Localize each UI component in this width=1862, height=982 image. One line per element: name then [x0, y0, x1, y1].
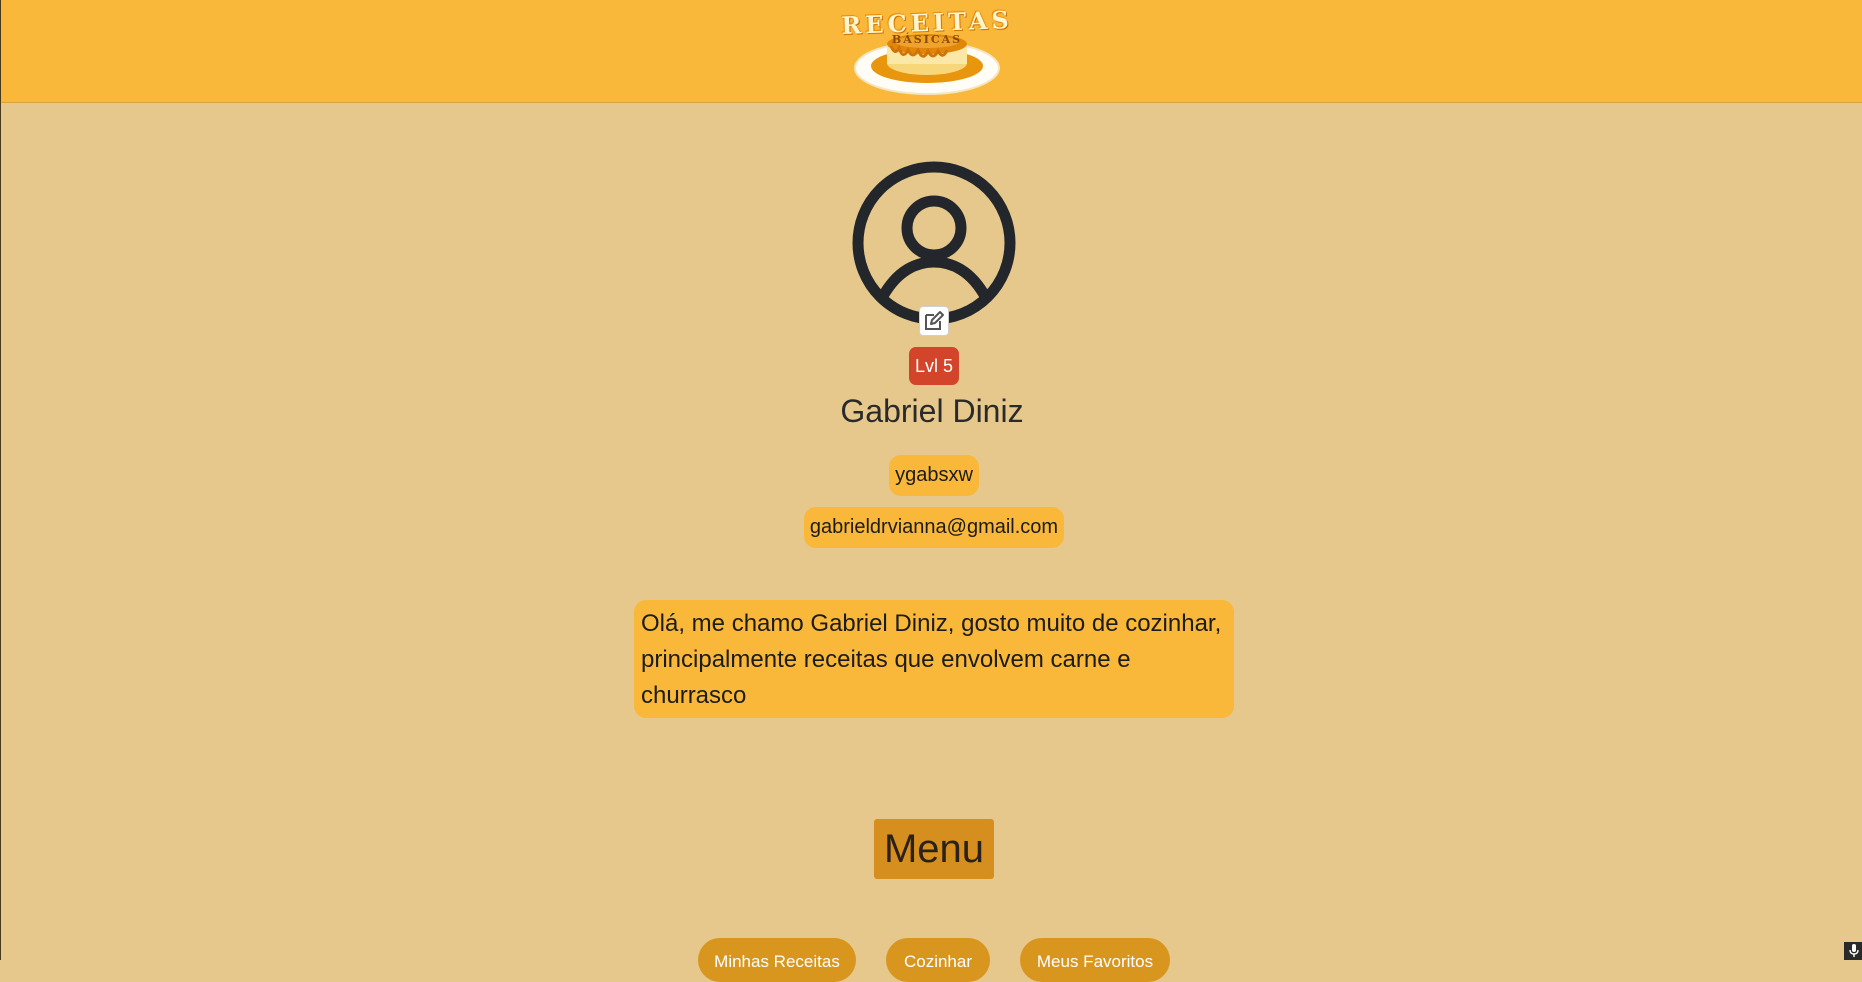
edit-icon — [925, 311, 944, 330]
username-pill: ygabsxw — [889, 455, 979, 496]
profile-name: Gabriel Diniz — [840, 393, 1024, 429]
user-circle-icon — [849, 158, 1019, 328]
header-bar: RECEITAS BÁSICAS — [1, 0, 1862, 103]
logo-subtitle: BÁSICAS — [891, 33, 963, 46]
bio-text: Olá, me chamo Gabriel Diniz, gosto muito… — [634, 600, 1234, 718]
level-badge: Lvl 5 — [909, 347, 959, 385]
microphone-icon[interactable] — [1844, 942, 1862, 960]
meus-favoritos-button[interactable]: Meus Favoritos — [1020, 938, 1170, 982]
site-logo[interactable]: RECEITAS BÁSICAS — [835, 5, 1019, 98]
email-pill: gabrieldrvianna@gmail.com — [804, 507, 1064, 548]
edit-avatar-button[interactable] — [919, 306, 949, 336]
menu-title: Menu — [874, 819, 994, 879]
minhas-receitas-button[interactable]: Minhas Receitas — [698, 938, 856, 982]
cozinhar-button[interactable]: Cozinhar — [886, 938, 990, 982]
